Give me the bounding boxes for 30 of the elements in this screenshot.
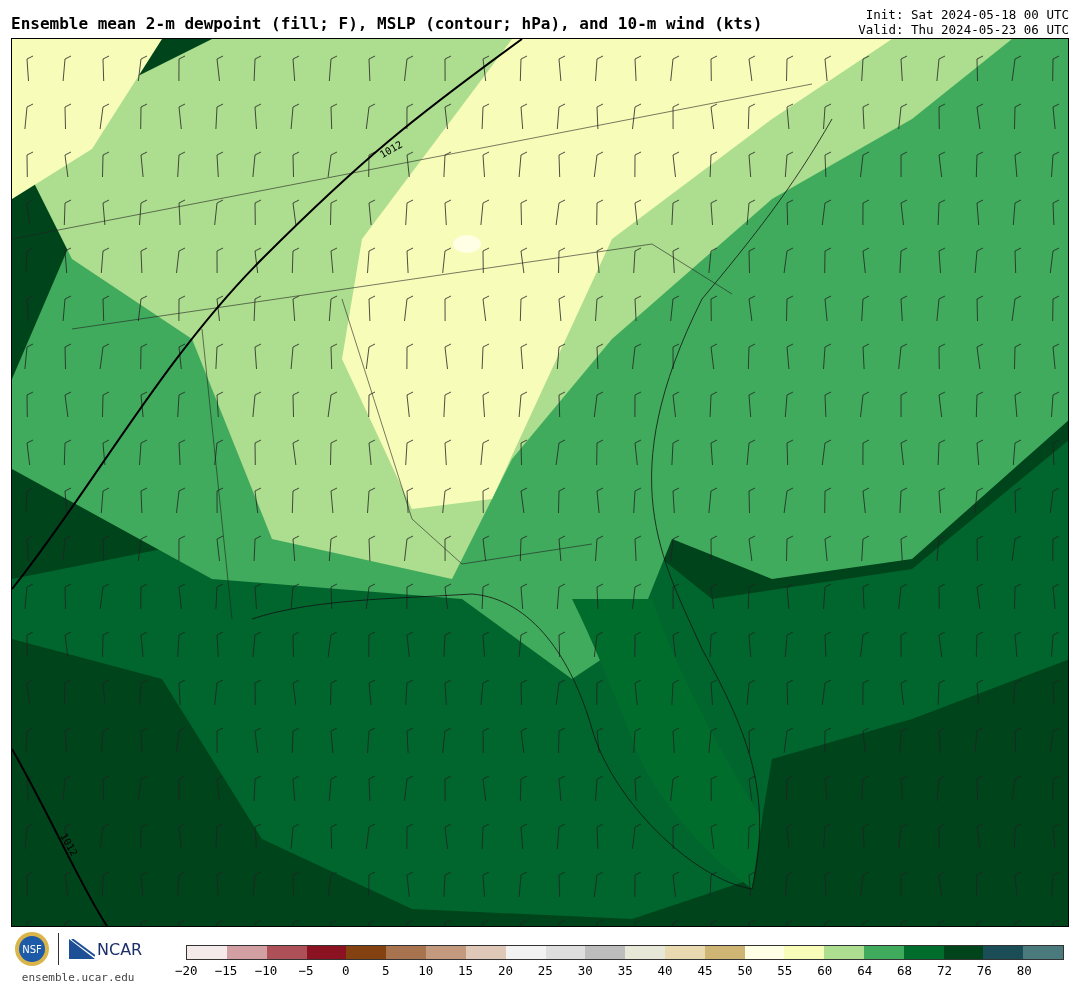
seal-logo: NSF [14,931,50,967]
tick-label: 80 [1016,963,1032,978]
tick-label: −15 [214,963,238,978]
tick-label: 55 [777,963,793,978]
tick-label: 64 [857,963,873,978]
website-text: ensemble.ucar.edu [21,971,135,984]
tick-label: −10 [254,963,278,978]
tick-label: 76 [976,963,992,978]
init-time: Init: Sat 2024-05-18 00 UTC [865,7,1069,22]
chart-title: Ensemble mean 2-m dewpoint (fill; F), MSLP (contour; hPa), and 10-m wind (kts) [11,14,763,33]
tick-label: 68 [897,963,913,978]
tick-label: 45 [697,963,713,978]
tick-label: 0 [342,963,350,978]
tick-label: 5 [381,963,390,978]
tick-label: 60 [817,963,833,978]
tick-label: 50 [737,963,753,978]
tick-label: −5 [298,963,314,978]
tick-label: −20 [174,963,198,978]
tick-label: 15 [458,963,474,978]
tick-label: 10 [418,963,434,978]
tick-label: 40 [657,963,673,978]
tick-label: 72 [936,963,952,978]
ncar-wordmark: NCAR [97,939,143,959]
valid-time: Valid: Thu 2024-05-23 06 UTC [858,22,1069,37]
tick-label: 30 [577,963,593,978]
wedge-icon [69,939,95,959]
tick-label: 20 [497,963,513,978]
tick-label: 25 [537,963,553,978]
contour-label: 1012 [377,138,405,161]
tick-label: 35 [617,963,633,978]
